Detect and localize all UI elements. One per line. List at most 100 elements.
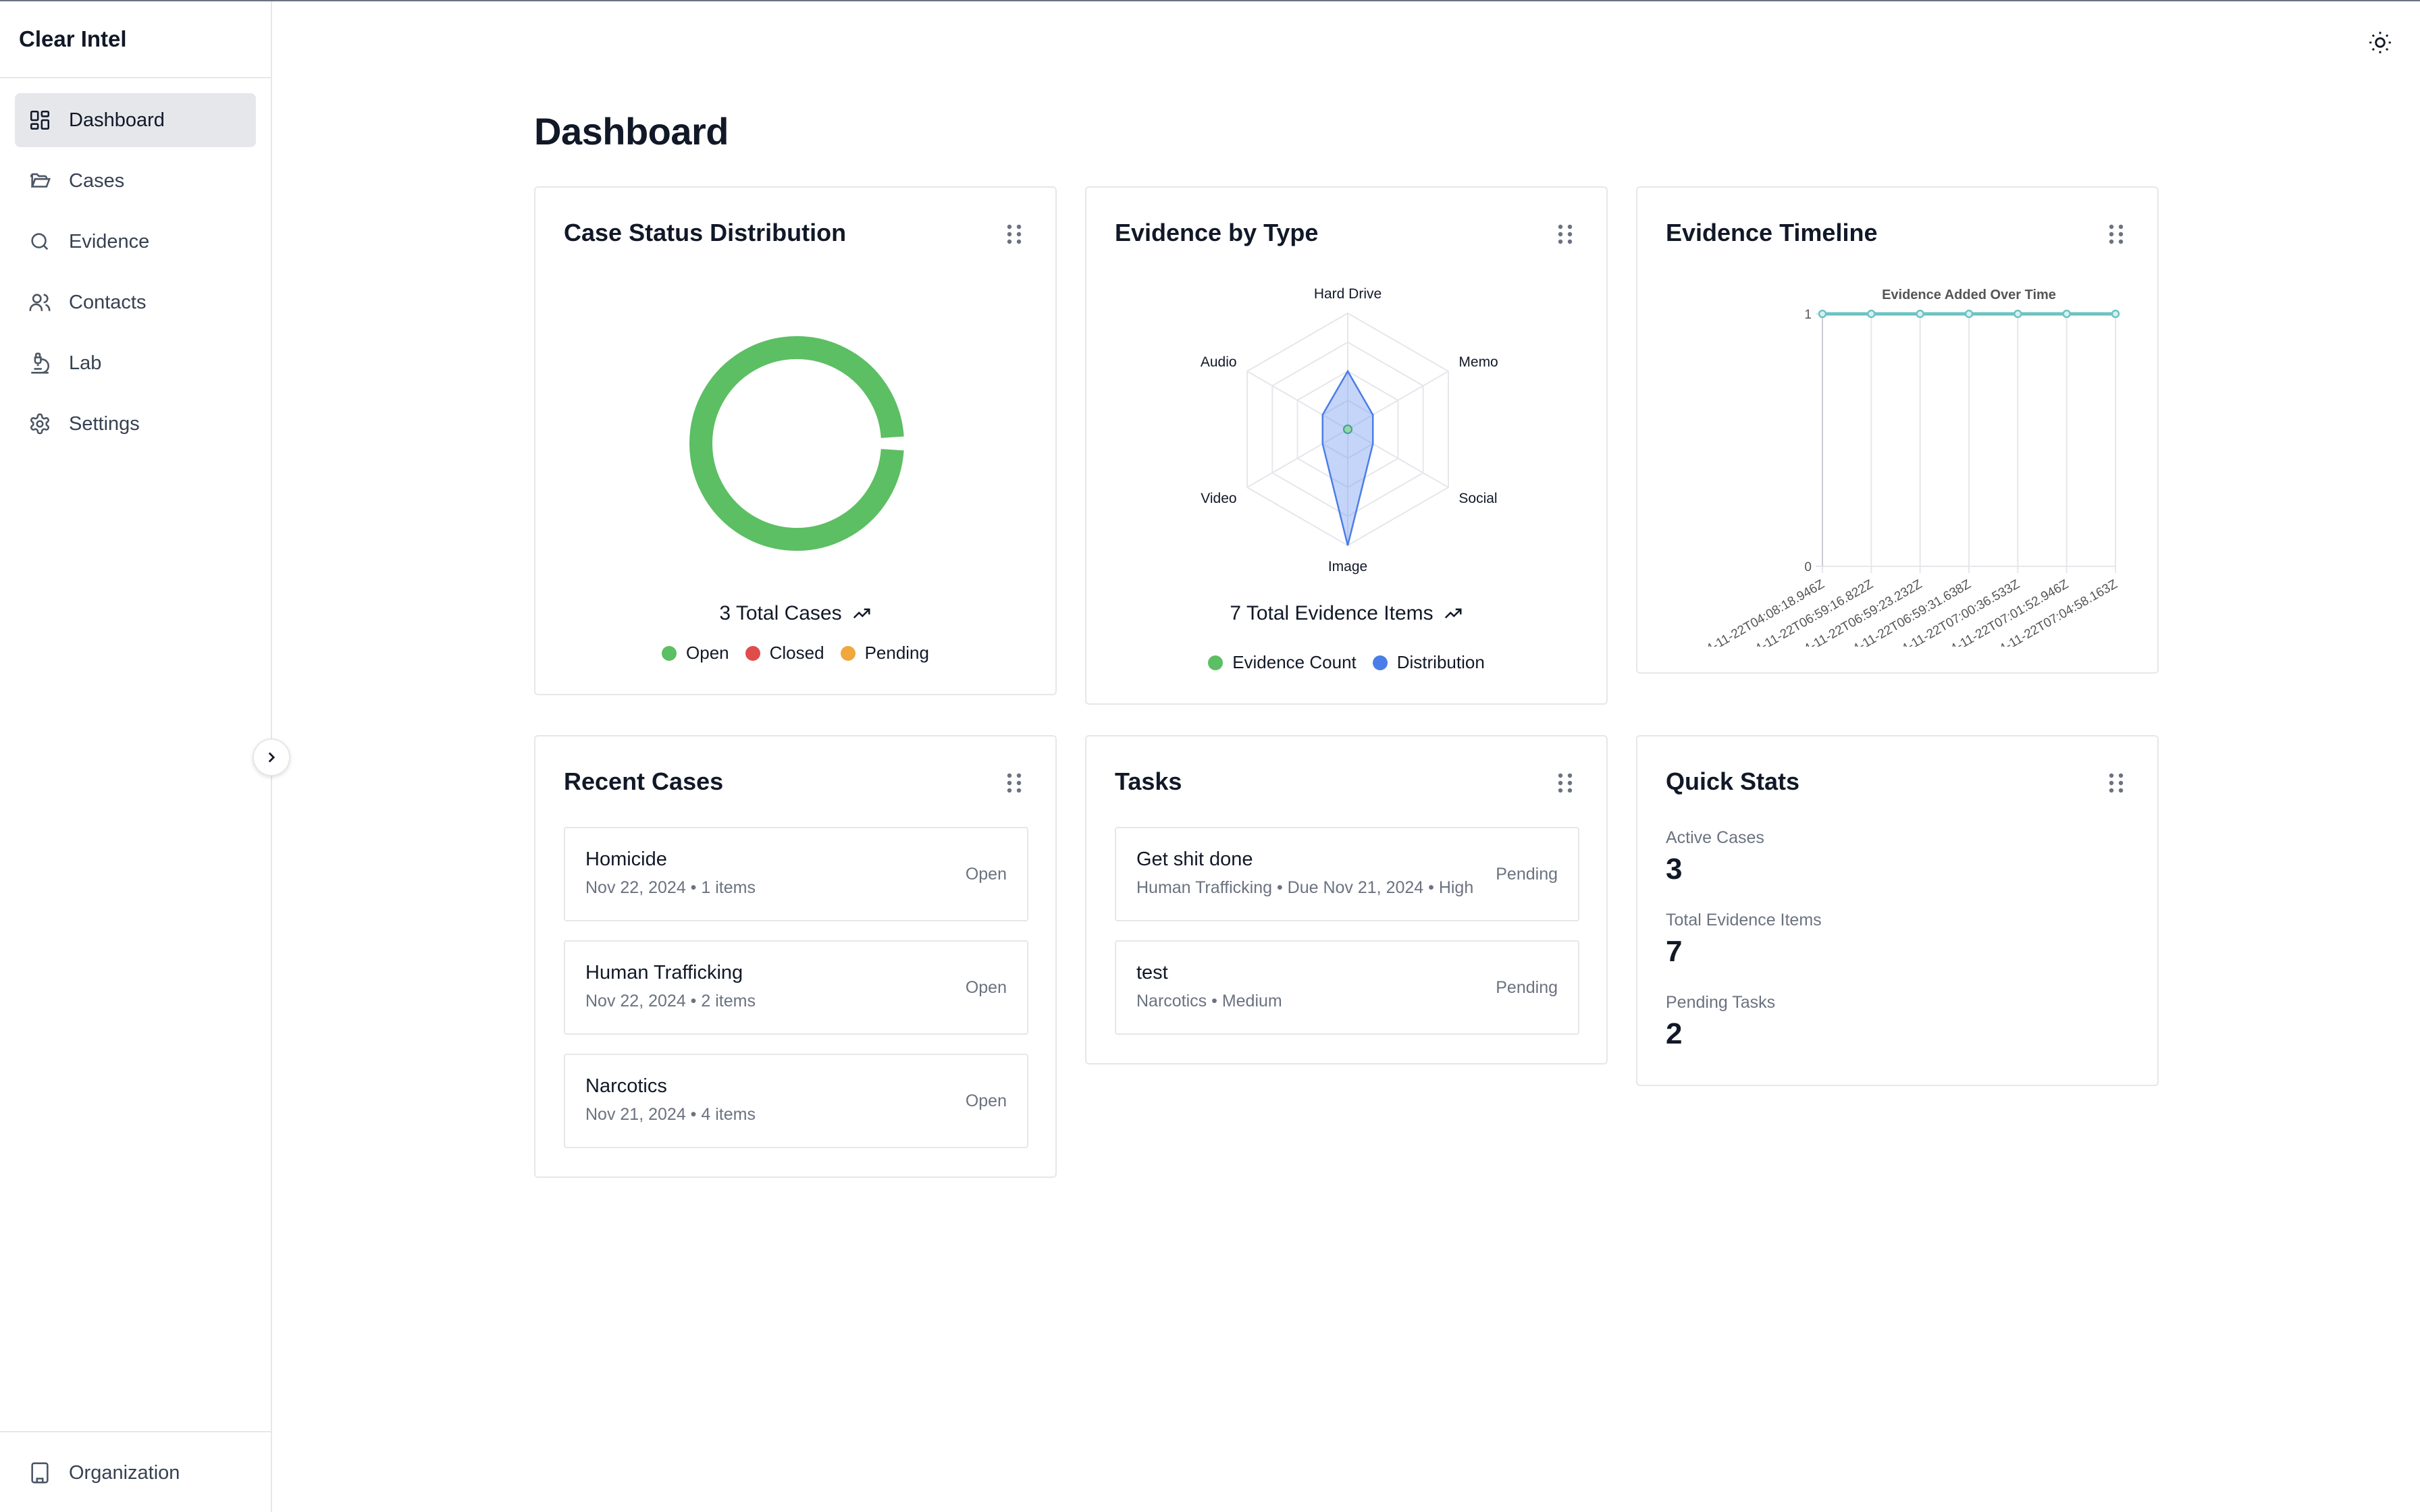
sidebar-item-lab[interactable]: Lab	[15, 336, 256, 390]
sidebar-item-dashboard[interactable]: Dashboard	[15, 93, 256, 147]
sidebar-item-evidence[interactable]: Evidence	[15, 215, 256, 269]
stat-value-active-cases: 3	[1666, 853, 1683, 886]
sidebar-item-contacts[interactable]: Contacts	[15, 275, 256, 329]
case-name: Narcotics	[585, 1075, 667, 1097]
radar-axis-label: Audio	[1201, 354, 1237, 370]
case-list-item[interactable]: Human Trafficking Nov 22, 2024 • 2 items…	[564, 940, 1028, 1035]
case-status: Open	[965, 1091, 1007, 1110]
radar-axis-label: Image	[1328, 559, 1367, 574]
legend-item: Open	[662, 643, 729, 664]
page-title: Dashboard	[534, 110, 729, 153]
case-meta: Nov 22, 2024 • 1 items	[585, 878, 756, 897]
sidebar-item-label: Evidence	[69, 230, 150, 252]
legend-label: Open	[686, 643, 729, 663]
card-title: Quick Stats	[1666, 767, 1800, 795]
timeline-y-tick-label: 1	[1804, 308, 1812, 322]
case-status: Open	[965, 978, 1007, 997]
timeline-y-tick-label: 0	[1804, 560, 1812, 574]
stat-label-total-evidence: Total Evidence Items	[1666, 911, 1822, 929]
theme-toggle-button[interactable]	[2366, 28, 2394, 57]
legend-swatch	[1208, 655, 1224, 670]
sidebar-item-label: Dashboard	[69, 109, 165, 131]
stat-label-pending-tasks: Pending Tasks	[1666, 993, 1776, 1012]
sun-icon	[2369, 32, 2391, 53]
drag-handle-icon[interactable]	[2109, 224, 2124, 244]
case-name: Homicide	[585, 848, 667, 870]
card-title: Case Status Distribution	[564, 219, 847, 246]
recent-cases-card: Recent Cases Homicide Nov 22, 2024 • 1 i…	[534, 735, 1057, 1178]
sidebar-item-cases[interactable]: Cases	[15, 154, 256, 208]
folder-icon	[28, 169, 51, 192]
radar-axis-label: Video	[1201, 491, 1236, 506]
case-status: Open	[965, 865, 1007, 884]
search-icon	[28, 230, 51, 253]
radar-series-evidence-count	[1343, 425, 1352, 434]
legend-item: Pending	[840, 643, 929, 664]
dashboard-grid-icon	[28, 109, 51, 132]
task-list-item[interactable]: test Narcotics • Medium Pending	[1115, 940, 1579, 1035]
task-meta: Narcotics • Medium	[1136, 992, 1282, 1010]
timeline-data-point	[1964, 309, 1974, 319]
trending-up-icon	[1444, 608, 1462, 619]
evidence-timeline-line-chart: Evidence Added Over Time 0 1 2024-11-22T04:…	[1685, 288, 2120, 647]
sidebar-item-organization[interactable]: Organization	[0, 1431, 271, 1512]
task-name: test	[1136, 962, 1168, 983]
users-icon	[28, 291, 51, 314]
card-title: Tasks	[1115, 767, 1182, 795]
timeline-data-point	[2111, 309, 2120, 319]
quick-stats-card: Quick Stats Active Cases 3 Total Evidenc…	[1636, 735, 2159, 1086]
sidebar-toggle-button[interactable]	[253, 738, 290, 776]
case-name: Human Trafficking	[585, 962, 743, 983]
sidebar-item-label: Cases	[69, 169, 125, 192]
task-meta: Human Trafficking • Due Nov 21, 2024 • H…	[1136, 878, 1474, 897]
total-evidence-label: 7 Total Evidence Items	[1230, 602, 1433, 624]
legend-swatch	[662, 645, 677, 661]
case-status-donut-chart	[689, 336, 904, 551]
sidebar-item-settings[interactable]: Settings	[15, 397, 256, 451]
radar-axis-label: Hard Drive	[1314, 286, 1382, 302]
sidebar-item-label: Contacts	[69, 291, 147, 313]
legend-label: Closed	[769, 643, 824, 663]
radar-axis-label: Memo	[1458, 354, 1498, 370]
drag-handle-icon[interactable]	[1558, 773, 1573, 793]
case-list-item[interactable]: Homicide Nov 22, 2024 • 1 items Open	[564, 827, 1028, 921]
drag-handle-icon[interactable]	[1558, 224, 1573, 244]
stat-value-pending-tasks: 2	[1666, 1017, 1683, 1050]
timeline-data-point	[2062, 309, 2071, 319]
sidebar-item-label: Settings	[69, 412, 140, 435]
stat-value-total-evidence: 7	[1666, 935, 1683, 968]
timeline-data-point	[1818, 309, 1827, 319]
timeline-chart-title: Evidence Added Over Time	[1882, 288, 2056, 302]
evidence-timeline-card: Evidence Timeline Evidence Added Over Ti…	[1636, 186, 2159, 674]
case-status-legend: Open Closed Pending	[535, 643, 1055, 664]
legend-swatch	[840, 645, 856, 661]
legend-item: Evidence Count	[1208, 652, 1357, 673]
drag-handle-icon[interactable]	[1007, 773, 1022, 793]
card-title: Evidence Timeline	[1666, 219, 1878, 246]
task-name: Get shit done	[1136, 848, 1253, 870]
case-list-item[interactable]: Narcotics Nov 21, 2024 • 4 items Open	[564, 1054, 1028, 1148]
legend-swatch	[745, 645, 760, 661]
timeline-data-point	[2014, 309, 2022, 319]
total-evidence-line: 7 Total Evidence Items	[1086, 602, 1606, 625]
drag-handle-icon[interactable]	[2109, 773, 2124, 793]
drag-handle-icon[interactable]	[1007, 224, 1022, 244]
evidence-type-legend: Evidence Count Distribution	[1086, 652, 1606, 673]
app-name: Clear Intel	[0, 1, 271, 78]
microscope-icon	[28, 352, 51, 375]
case-meta: Nov 22, 2024 • 2 items	[585, 992, 756, 1010]
sidebar-item-label: Organization	[69, 1461, 180, 1484]
legend-item: Distribution	[1372, 652, 1485, 673]
sidebar: Clear Intel Dashboard Cases Evidence Con…	[0, 1, 272, 1512]
timeline-data-point	[1916, 309, 1924, 319]
legend-item: Closed	[745, 643, 824, 664]
sidebar-item-label: Lab	[69, 352, 102, 374]
tasks-card: Tasks Get shit done Human Trafficking • …	[1085, 735, 1608, 1064]
donut-slice-open	[689, 336, 904, 551]
legend-label: Evidence Count	[1232, 652, 1357, 672]
timeline-data-point	[1867, 309, 1876, 319]
building-icon	[31, 1462, 49, 1484]
task-list-item[interactable]: Get shit done Human Trafficking • Due No…	[1115, 827, 1579, 921]
timeline-x-tick-label: 2024-11-22T04:08:18.946Z	[1685, 577, 1827, 647]
task-status: Pending	[1496, 978, 1558, 997]
